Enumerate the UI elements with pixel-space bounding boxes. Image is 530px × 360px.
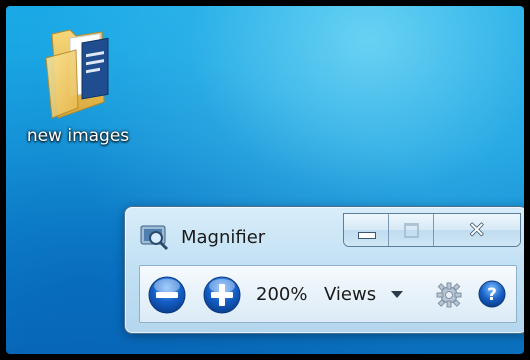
caption-buttons: ✕: [343, 213, 521, 247]
close-icon: ✕: [468, 218, 486, 242]
title-bar[interactable]: Magnifier ✕: [125, 207, 524, 253]
gear-icon[interactable]: [436, 282, 462, 308]
plus-circle-icon: [219, 284, 225, 306]
magnifier-window: Magnifier ✕ 200% Views ?: [124, 206, 524, 334]
zoom-in-button[interactable]: [203, 276, 241, 314]
maximize-button[interactable]: [389, 214, 434, 246]
window-title: Magnifier: [181, 227, 266, 248]
desktop: new images Magnifier ✕ 200% Views ?: [6, 6, 524, 354]
minus-circle-icon: [156, 292, 178, 298]
svg-text:?: ?: [487, 285, 497, 305]
magnifier-toolbar: 200% Views ?: [139, 265, 517, 323]
zoom-level: 200%: [256, 284, 308, 305]
minimize-button[interactable]: [344, 214, 389, 246]
desktop-icon-label: new images: [26, 126, 130, 146]
maximize-icon: [404, 223, 419, 238]
folder-icon: [45, 29, 109, 119]
desktop-icon-new-images[interactable]: new images: [14, 28, 142, 146]
chevron-down-icon[interactable]: [391, 291, 403, 298]
magnifier-app-icon: [140, 225, 169, 251]
close-button[interactable]: ✕: [434, 214, 520, 246]
zoom-out-button[interactable]: [148, 276, 186, 314]
minimize-icon: [358, 232, 376, 239]
help-icon[interactable]: ?: [478, 280, 506, 308]
views-menu-button[interactable]: Views: [324, 284, 376, 305]
